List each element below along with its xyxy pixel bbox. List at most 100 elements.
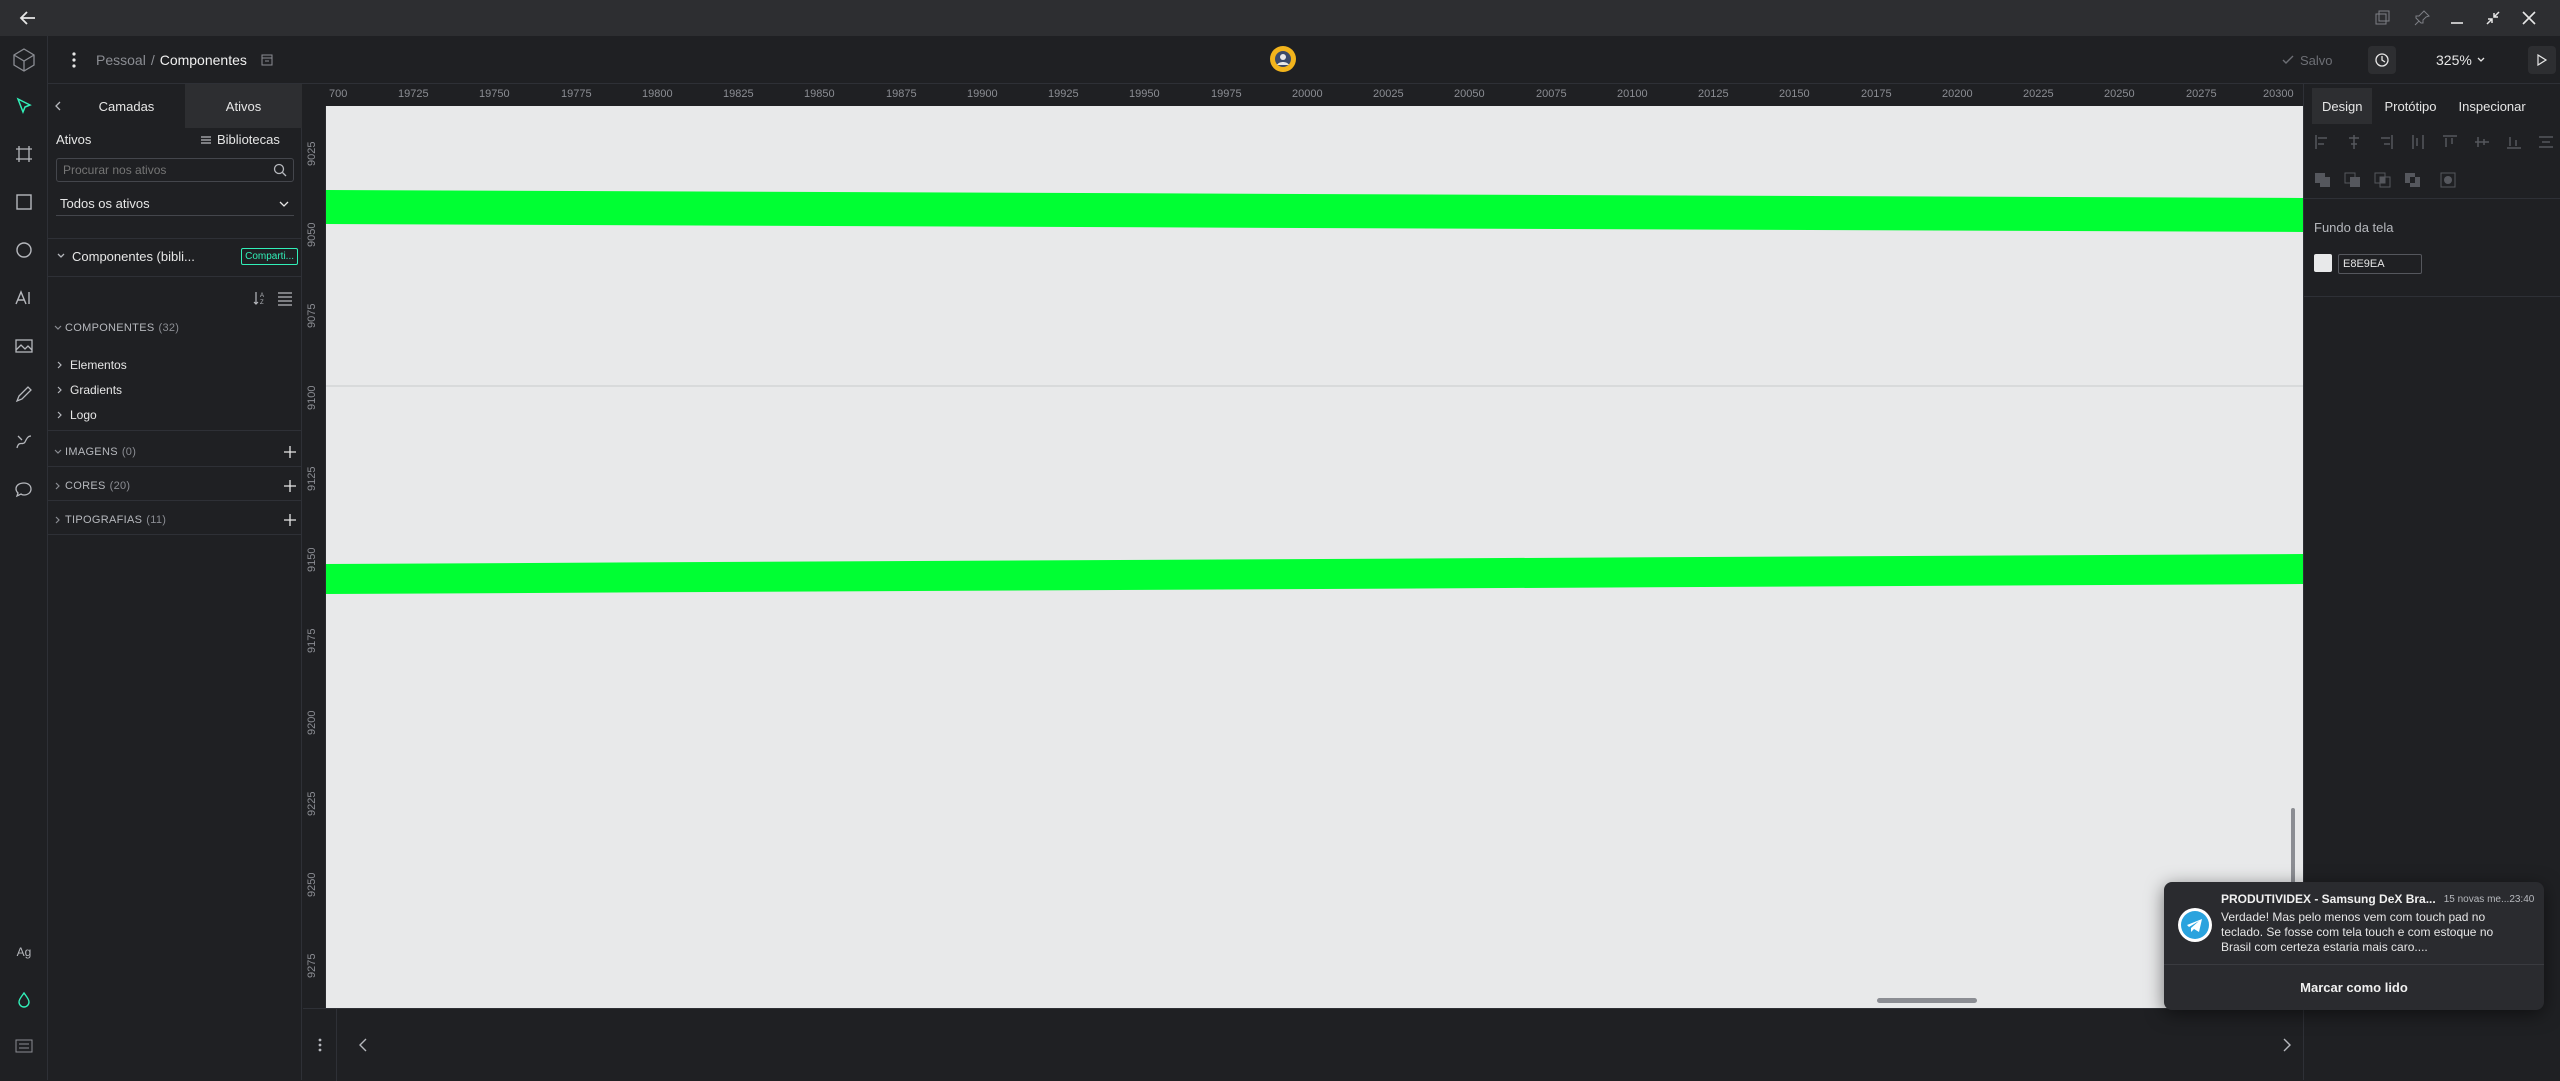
notification-toast[interactable]: PRODUTIVIDEX - Samsung DeX Bra... 15 nov… xyxy=(2164,882,2544,1010)
images-section[interactable]: IMAGENS (0) xyxy=(54,446,296,458)
align-center-icon[interactable] xyxy=(2346,134,2362,154)
boolean-toolbar xyxy=(2314,172,2464,190)
library-header[interactable]: Componentes (bibli... Comparti... xyxy=(56,244,298,268)
app-logo-icon[interactable] xyxy=(8,42,40,78)
ruler-tick-label: 9275 xyxy=(306,953,318,978)
align-right-icon[interactable] xyxy=(2378,134,2394,154)
distribute-horizontal-icon[interactable] xyxy=(2410,134,2426,154)
board-icon[interactable] xyxy=(8,138,40,170)
exclude-icon[interactable] xyxy=(2404,172,2422,190)
align-middle-icon[interactable] xyxy=(2474,134,2490,154)
image-icon[interactable] xyxy=(8,330,40,362)
zoom-dropdown[interactable]: 325% xyxy=(2436,50,2486,70)
vertical-scrollbar[interactable] xyxy=(2291,808,2295,884)
restore-icon[interactable] xyxy=(2479,4,2507,32)
pin-icon[interactable] xyxy=(2408,4,2436,32)
saved-status: Salvo xyxy=(2282,50,2333,70)
comment-icon[interactable] xyxy=(8,474,40,506)
add-icon[interactable] xyxy=(284,480,296,492)
sort-icon[interactable]: AZ xyxy=(253,290,269,306)
align-bottom-icon[interactable] xyxy=(2506,134,2522,154)
typography-section[interactable]: TIPOGRAFIAS (11) xyxy=(54,514,296,526)
ruler-tick-label: 20275 xyxy=(2186,88,2217,100)
canvas-background-input[interactable]: E8E9EA xyxy=(2338,254,2422,274)
chevron-right-icon xyxy=(56,361,64,369)
colors-section[interactable]: CORES (20) xyxy=(54,480,296,492)
divider xyxy=(48,500,302,501)
green-stripe-shape[interactable] xyxy=(326,554,2303,594)
library-icon[interactable] xyxy=(260,53,274,67)
canvas-background-swatch[interactable] xyxy=(2314,254,2332,272)
component-group[interactable]: Gradients xyxy=(56,383,122,397)
move-icon[interactable] xyxy=(8,90,40,122)
tab-inspect[interactable]: Inspecionar xyxy=(2449,88,2536,124)
library-name: Componentes (bibli... xyxy=(72,248,195,264)
chevron-right-icon[interactable] xyxy=(2275,1033,2299,1057)
canvas-viewport[interactable]: 700 19725 19750 19775 19800 19825 19850 … xyxy=(303,84,2303,1008)
difference-icon[interactable] xyxy=(2344,172,2362,190)
align-left-icon[interactable] xyxy=(2314,134,2330,154)
pen-icon[interactable] xyxy=(8,378,40,410)
breadcrumb-current[interactable]: Componentes xyxy=(160,52,247,68)
rectangle-icon[interactable] xyxy=(8,186,40,218)
align-top-icon[interactable] xyxy=(2442,134,2458,154)
more-options-icon[interactable] xyxy=(303,1009,337,1081)
divider xyxy=(2304,296,2560,297)
libraries-button[interactable]: Bibliotecas xyxy=(200,132,280,147)
horizontal-scrollbar[interactable] xyxy=(1877,998,1977,1003)
text-icon[interactable] xyxy=(8,282,40,314)
tab-prototype[interactable]: Protótipo xyxy=(2374,88,2446,124)
tab-layers[interactable]: Camadas xyxy=(68,84,185,128)
components-section[interactable]: COMPONENTES (32) xyxy=(54,322,179,334)
divider xyxy=(48,466,302,467)
ruler-tick-label: 19950 xyxy=(1129,88,1160,100)
ellipse-icon[interactable] xyxy=(8,234,40,266)
union-icon[interactable] xyxy=(2314,172,2332,190)
tab-design[interactable]: Design xyxy=(2312,88,2373,124)
notification-message: Verdade! Mas pelo menos vem com touch pa… xyxy=(2221,910,2494,954)
history-icon[interactable] xyxy=(2368,46,2396,74)
green-stripe-shape[interactable] xyxy=(326,190,2303,232)
ruler-tick-label: 20075 xyxy=(1536,88,1567,100)
search-icon[interactable] xyxy=(273,163,287,177)
telegram-icon xyxy=(2178,908,2212,942)
minimize-icon[interactable] xyxy=(2443,4,2471,32)
notification-meta: 15 novas me... xyxy=(2443,893,2510,905)
avatar[interactable] xyxy=(1270,46,1296,72)
tab-assets[interactable]: Ativos xyxy=(185,84,302,128)
flatten-icon[interactable] xyxy=(2440,172,2458,190)
ruler-tick-label: 19900 xyxy=(967,88,998,100)
component-group[interactable]: Elementos xyxy=(56,358,127,372)
typography-label: TIPOGRAFIAS xyxy=(65,514,143,526)
board-shapes xyxy=(326,190,2303,594)
chevron-left-icon[interactable] xyxy=(351,1033,375,1057)
chevron-down-icon xyxy=(54,448,62,456)
keyboard-icon[interactable] xyxy=(8,1030,40,1062)
window-layout-icon[interactable] xyxy=(2368,4,2396,32)
intersection-icon[interactable] xyxy=(2374,172,2392,190)
list-view-icon[interactable] xyxy=(277,290,293,306)
add-icon[interactable] xyxy=(284,446,296,458)
chevron-left-icon[interactable] xyxy=(48,84,68,128)
play-icon[interactable] xyxy=(2528,46,2556,74)
main-menu-icon[interactable] xyxy=(64,46,84,74)
share-button[interactable]: Comparti... xyxy=(241,247,298,265)
align-toolbar xyxy=(2314,134,2554,154)
fonts-button[interactable]: Ag xyxy=(0,940,48,964)
ruler-tick-label: 9225 xyxy=(306,791,318,816)
breadcrumb-parent[interactable]: Pessoal xyxy=(96,52,146,68)
mark-as-read-button[interactable]: Marcar como lido xyxy=(2164,964,2544,1010)
distribute-vertical-icon[interactable] xyxy=(2538,134,2554,154)
curve-icon[interactable] xyxy=(8,426,40,458)
add-icon[interactable] xyxy=(284,514,296,526)
board-canvas[interactable] xyxy=(326,106,2303,1008)
component-group[interactable]: Logo xyxy=(56,408,97,422)
color-palette-icon[interactable] xyxy=(8,984,40,1016)
assets-filter-select[interactable]: Todos os ativos xyxy=(56,192,294,216)
arrow-left-icon[interactable] xyxy=(10,2,46,34)
ruler-tick-label: 9250 xyxy=(306,872,318,897)
components-count: (32) xyxy=(158,322,180,334)
ruler-vertical: 9025 9050 9075 9100 9125 9150 9175 9200 … xyxy=(303,106,325,1008)
search-input[interactable] xyxy=(57,159,273,181)
close-icon[interactable] xyxy=(2515,4,2543,32)
